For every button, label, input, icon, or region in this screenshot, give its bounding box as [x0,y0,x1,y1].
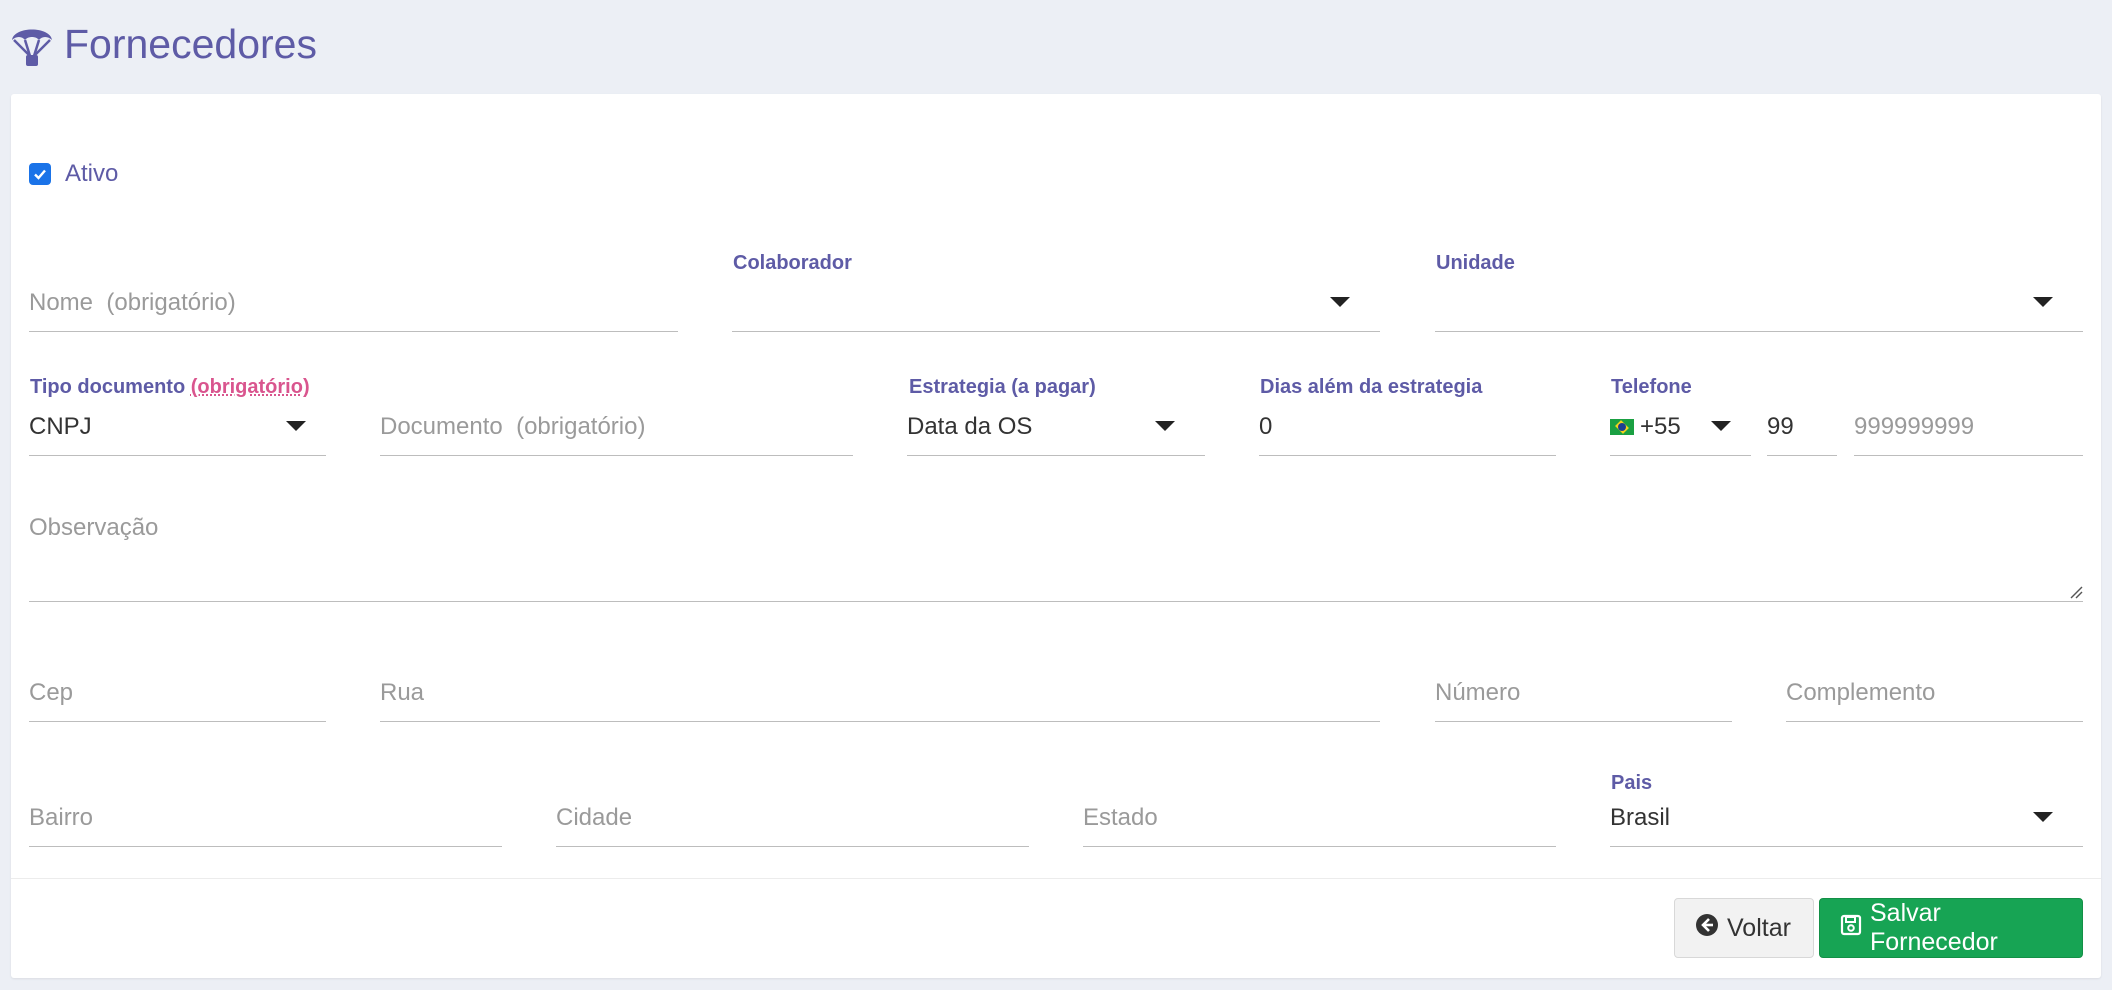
estado-placeholder: Estado [1083,804,1158,831]
estrategia-select[interactable]: Data da OS [907,370,1205,456]
chevron-down-icon [2033,297,2053,307]
estrategia-value: Data da OS [907,413,1033,440]
pais-value: Brasil [1610,804,1671,831]
phone-number-placeholder: 999999999 [1854,413,1975,440]
save-button-label: Salvar Fornecedor [1870,899,1998,956]
ddd-value: 99 [1767,413,1794,440]
save-button[interactable]: Salvar Fornecedor [1819,898,2083,958]
pais-select[interactable]: Brasil [1610,758,2083,847]
chevron-down-icon [1711,421,1731,431]
tipo-documento-select[interactable]: CNPJ [29,370,326,456]
arrow-left-circle-icon [1695,913,1719,944]
back-button[interactable]: Voltar [1674,898,1814,958]
tipo-documento-value: CNPJ [29,413,92,440]
cidade-placeholder: Cidade [556,804,633,831]
parachute-icon [10,19,54,69]
phone-number-input[interactable]: 999999999 [1854,370,2083,456]
documento-input[interactable]: Documento (obrigatório) [380,370,853,456]
dias-value: 0 [1259,413,1273,440]
chevron-down-icon [1330,297,1350,307]
chevron-down-icon [2033,812,2053,822]
ativo-checkbox[interactable] [29,163,51,185]
bairro-placeholder: Bairro [29,804,94,831]
rua-placeholder: Rua [380,679,425,706]
chevron-down-icon [1155,421,1175,431]
numero-placeholder: Número [1435,679,1521,706]
footer-divider [11,878,2101,879]
cep-placeholder: Cep [29,679,74,706]
cidade-input[interactable]: Cidade [556,758,1029,847]
floppy-disk-icon [1840,914,1862,943]
back-button-label: Voltar [1727,913,1791,942]
numero-input[interactable]: Número [1435,634,1732,722]
page-header: Fornecedores [10,14,317,74]
country-code-value: +55 [1610,413,1681,441]
chevron-down-icon [286,421,306,431]
nome-input[interactable]: Nome (obrigatório) [29,244,678,332]
unidade-select[interactable] [1435,244,2083,332]
form-card: Ativo Nome (obrigatório) Colaborador Uni… [11,94,2101,978]
country-code-select[interactable]: +55 [1610,370,1751,456]
observacao-textarea[interactable]: Observação [29,504,2083,602]
nome-placeholder: Nome (obrigatório) [29,289,236,316]
ddd-input[interactable]: 99 [1767,370,1837,456]
complemento-placeholder: Complemento [1786,679,1936,706]
ativo-label: Ativo [65,160,119,187]
rua-input[interactable]: Rua [380,634,1380,722]
observacao-placeholder: Observação [29,514,159,541]
documento-placeholder: Documento (obrigatório) [380,413,646,440]
page-title: Fornecedores [64,20,317,67]
bairro-input[interactable]: Bairro [29,758,502,847]
cep-input[interactable]: Cep [29,634,326,722]
dias-input[interactable]: 0 [1259,370,1556,456]
estado-input[interactable]: Estado [1083,758,1556,847]
colaborador-select[interactable] [732,244,1380,332]
resize-handle-icon[interactable] [2067,583,2083,599]
brazil-flag-icon [1610,419,1634,435]
complemento-input[interactable]: Complemento [1786,634,2083,722]
ativo-checkbox-row[interactable]: Ativo [29,160,118,188]
